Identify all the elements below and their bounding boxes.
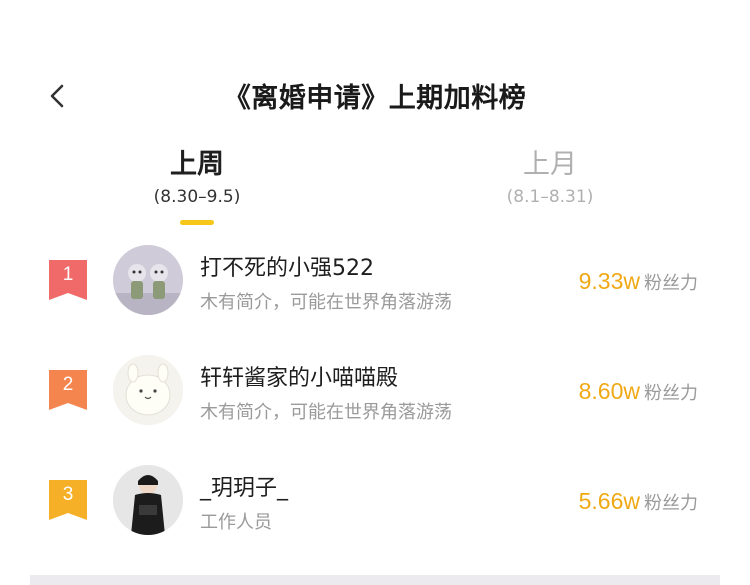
avatar[interactable] bbox=[113, 245, 183, 315]
fan-power-value: 9.33w bbox=[578, 268, 640, 294]
rank-number: 1 bbox=[62, 264, 74, 285]
rank-badge: 1 bbox=[48, 260, 88, 300]
page-title: 《离婚申请》上期加料榜 bbox=[223, 83, 527, 114]
rank-number: 3 bbox=[62, 484, 74, 505]
fan-power-unit: 粉丝力 bbox=[644, 493, 698, 514]
list-item[interactable]: 1 打不死的小强522 木有简介，可能在世界角落游荡 9.33w 粉丝力 bbox=[0, 240, 750, 320]
rank-badge: 3 bbox=[48, 480, 88, 520]
tab-last-week[interactable]: 上周 (8.30–9.5) bbox=[97, 145, 297, 225]
rank-number: 2 bbox=[62, 374, 74, 395]
fan-power-unit: 粉丝力 bbox=[644, 383, 698, 404]
fan-power-value: 8.60w bbox=[578, 378, 640, 404]
user-name: _玥玥子_ bbox=[200, 476, 289, 501]
user-bio: 木有简介，可能在世界角落游荡 bbox=[200, 292, 452, 313]
tab-label: 上月 bbox=[523, 149, 577, 180]
bottom-divider bbox=[30, 575, 720, 585]
fan-power-value: 5.66w bbox=[578, 488, 640, 514]
period-tabs: 上周 (8.30–9.5) 上月 (8.1–8.31) bbox=[0, 145, 750, 235]
fan-power: 8.60w 粉丝力 bbox=[579, 378, 698, 405]
tab-date-range: (8.1–8.31) bbox=[506, 187, 594, 207]
rank-badge: 2 bbox=[48, 370, 88, 410]
user-bio: 工作人员 bbox=[200, 512, 272, 533]
active-tab-indicator bbox=[180, 220, 214, 225]
fan-power: 9.33w 粉丝力 bbox=[579, 268, 698, 295]
list-item[interactable]: 3 _玥玥子_ 工作人员 5.66w 粉丝力 bbox=[0, 460, 750, 540]
tab-label: 上周 bbox=[170, 149, 224, 180]
user-bio: 木有简介，可能在世界角落游荡 bbox=[200, 402, 452, 423]
tab-last-month[interactable]: 上月 (8.1–8.31) bbox=[450, 145, 650, 207]
tab-date-range: (8.30–9.5) bbox=[153, 187, 241, 207]
avatar[interactable] bbox=[113, 465, 183, 535]
fan-power: 5.66w 粉丝力 bbox=[579, 488, 698, 515]
list-item[interactable]: 2 轩轩酱家的小喵喵殿 木有简介，可能在世界角落游荡 8.60w 粉丝力 bbox=[0, 350, 750, 430]
fan-power-unit: 粉丝力 bbox=[644, 273, 698, 294]
user-name: 打不死的小强522 bbox=[200, 256, 374, 281]
avatar[interactable] bbox=[113, 355, 183, 425]
header-bar: 《离婚申请》上期加料榜 bbox=[0, 70, 750, 122]
user-name: 轩轩酱家的小喵喵殿 bbox=[200, 366, 399, 391]
